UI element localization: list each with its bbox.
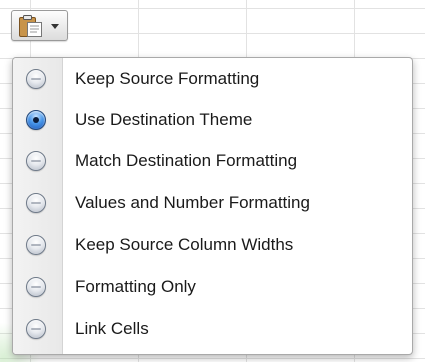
chevron-down-icon	[51, 24, 59, 29]
menu-item-label: Keep Source Formatting	[75, 69, 260, 88]
menu-item-use-destination-theme[interactable]: Use Destination Theme	[13, 99, 412, 141]
radio-unselected-icon	[26, 193, 46, 213]
radio-unselected-icon	[26, 319, 46, 339]
menu-item-label: Link Cells	[75, 319, 149, 338]
menu-item-values-and-number-formatting[interactable]: Values and Number Formatting	[13, 182, 412, 224]
menu-item-keep-source-formatting[interactable]: Keep Source Formatting	[13, 58, 412, 100]
radio-unselected-icon	[26, 277, 46, 297]
paste-options-button[interactable]	[11, 10, 68, 41]
paste-options-menu: Keep Source Formatting Use Destination T…	[12, 57, 413, 355]
menu-item-label: Match Destination Formatting	[75, 151, 298, 170]
radio-selected-icon	[26, 110, 46, 130]
menu-item-match-destination-formatting[interactable]: Match Destination Formatting	[13, 140, 412, 182]
radio-unselected-icon	[26, 235, 46, 255]
menu-item-label: Values and Number Formatting	[75, 193, 310, 212]
clipboard-paste-icon	[19, 15, 42, 37]
radio-unselected-icon	[26, 151, 46, 171]
menu-item-label: Keep Source Column Widths	[75, 235, 294, 254]
menu-item-label: Formatting Only	[75, 277, 196, 296]
radio-unselected-icon	[26, 69, 46, 89]
menu-item-label: Use Destination Theme	[75, 110, 253, 129]
menu-item-link-cells[interactable]: Link Cells	[13, 308, 412, 350]
menu-item-formatting-only[interactable]: Formatting Only	[13, 266, 412, 308]
menu-item-keep-source-column-widths[interactable]: Keep Source Column Widths	[13, 224, 412, 266]
